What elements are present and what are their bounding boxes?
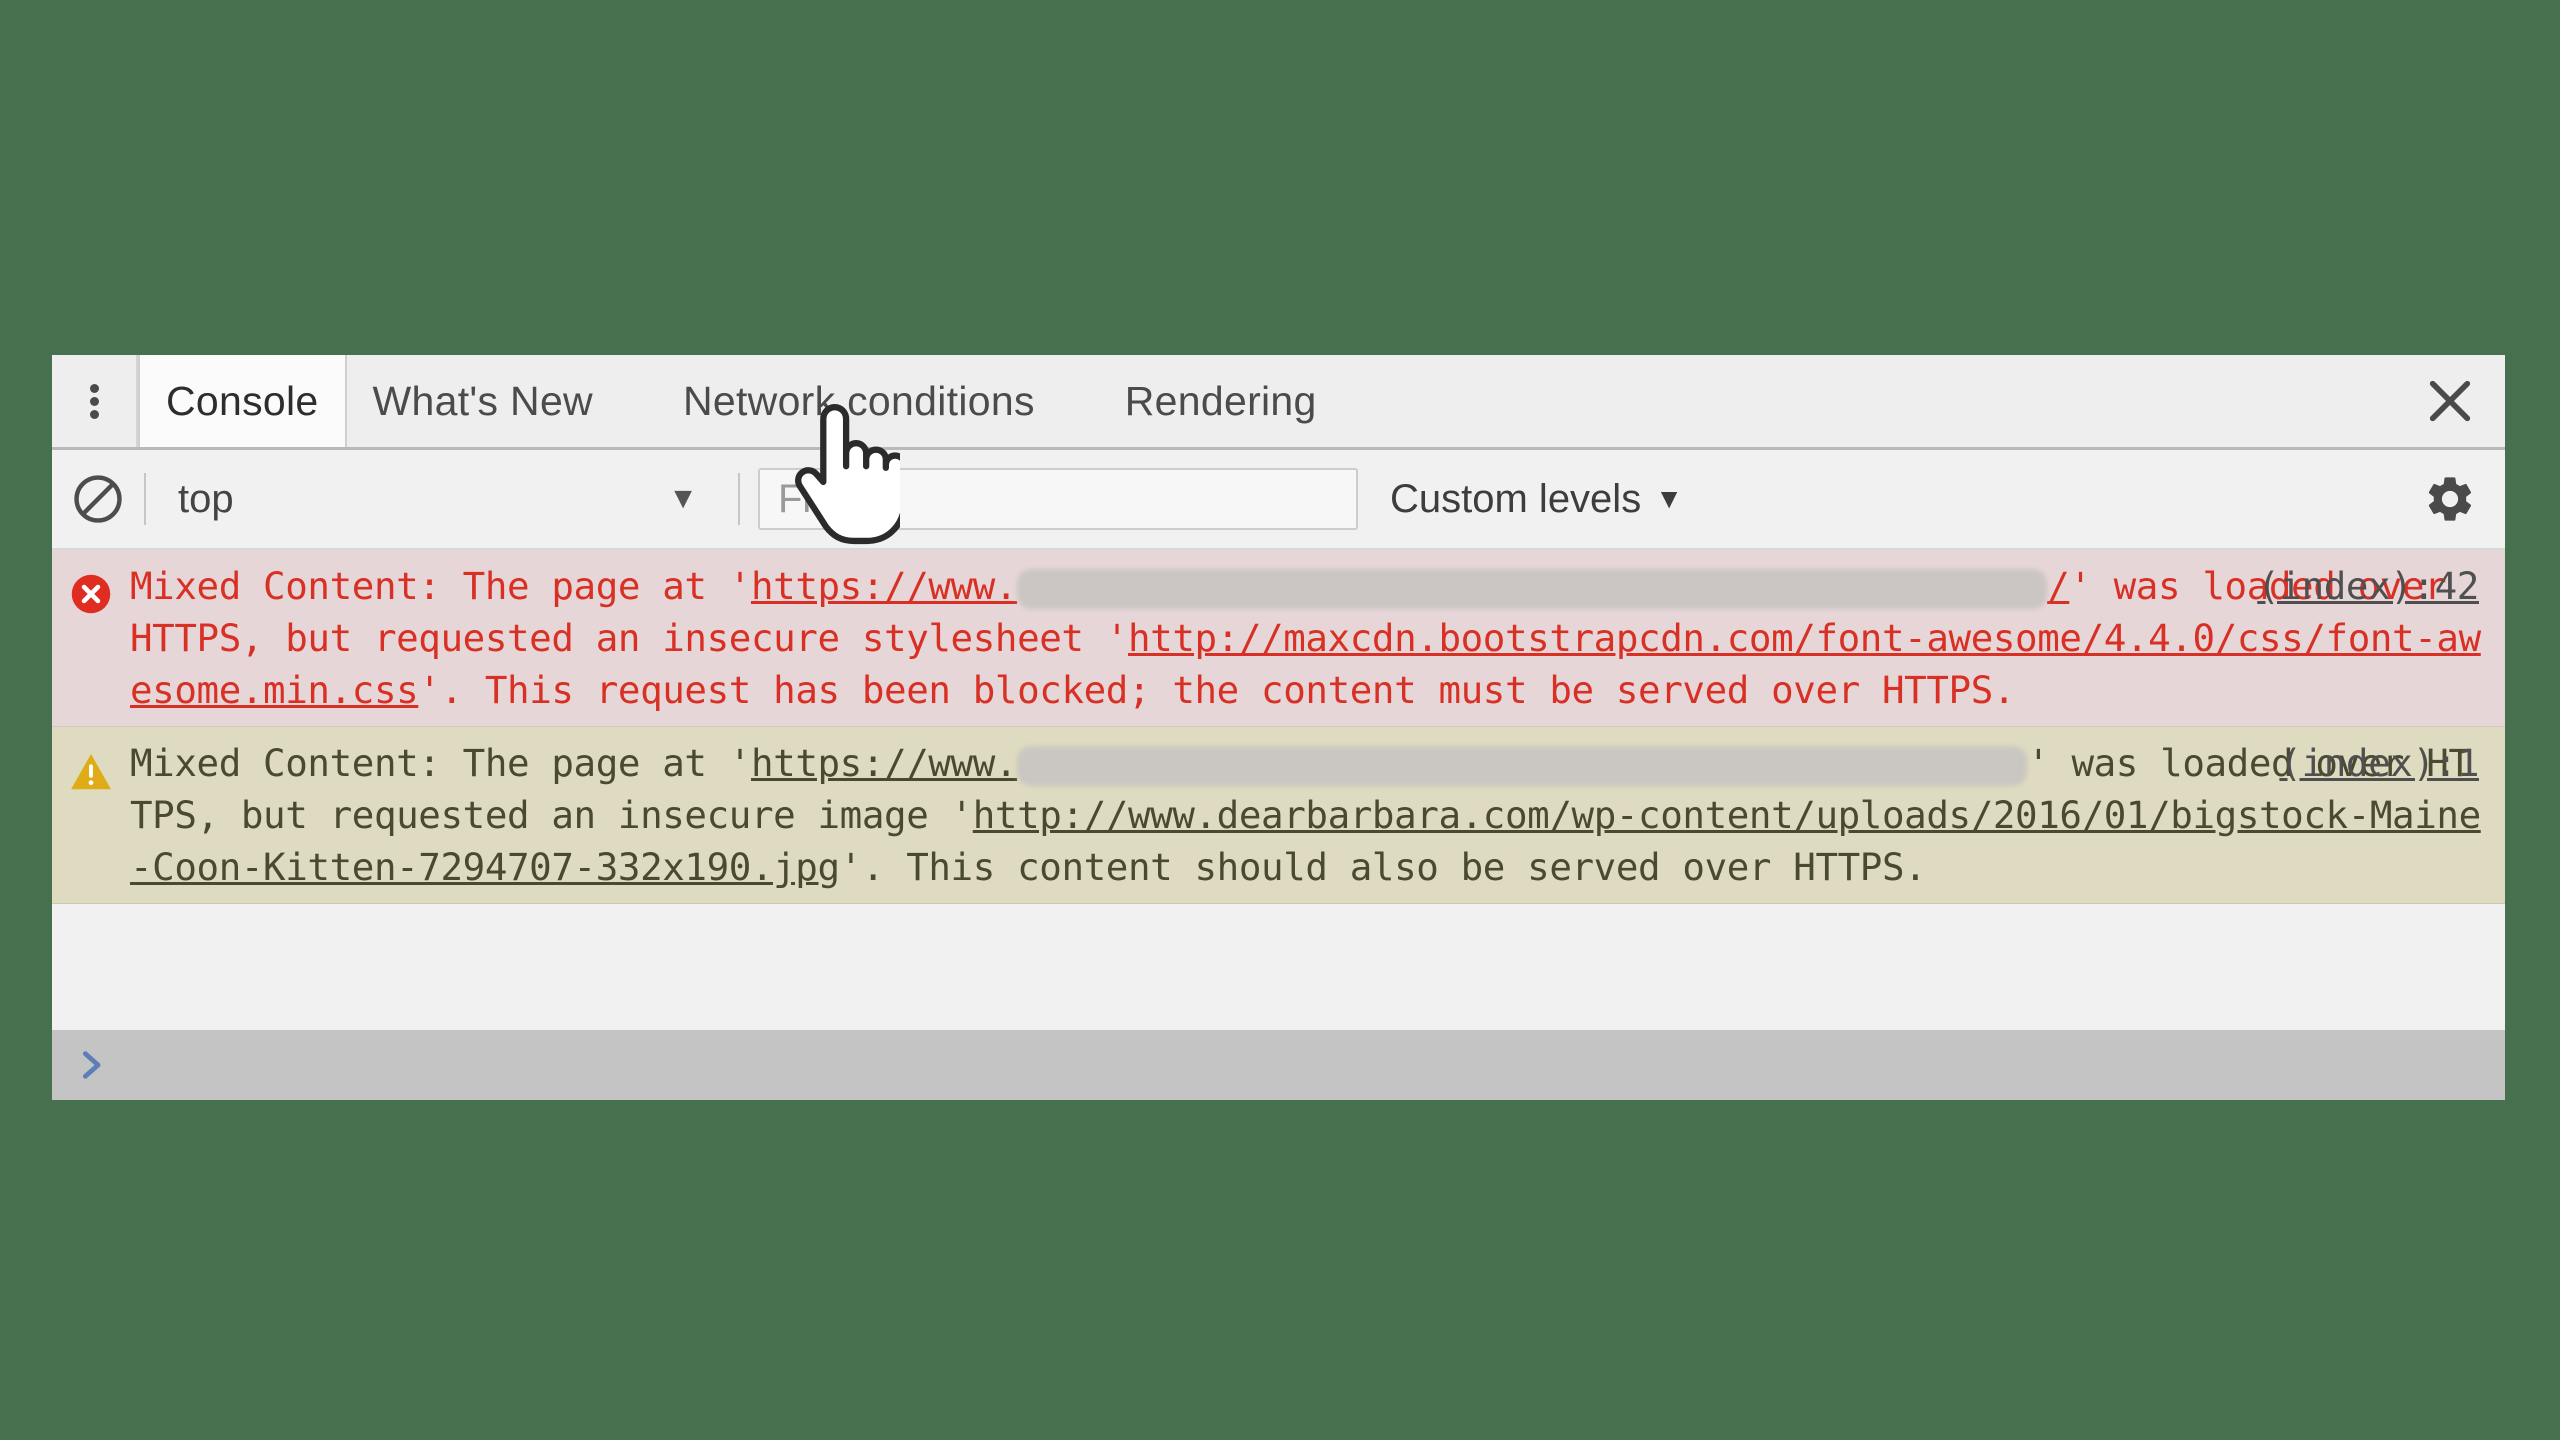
console-message-list: Mixed Content: The page at 'https://www.… xyxy=(52,550,2505,1030)
tab-whats-new[interactable]: What's New xyxy=(347,355,619,447)
close-devtools-button[interactable] xyxy=(2395,355,2505,447)
chevron-right-icon xyxy=(82,1051,101,1079)
kebab-dot-icon xyxy=(89,396,99,406)
message-icon xyxy=(52,737,130,795)
msg1-url-prefix[interactable]: https://www. xyxy=(751,741,1018,785)
console-message-error[interactable]: Mixed Content: The page at 'https://www.… xyxy=(52,550,2505,727)
msg1-part5: '. This content should also be served ov… xyxy=(839,845,1927,889)
chevron-down-icon: ▼ xyxy=(668,482,698,515)
log-levels-label: Custom levels xyxy=(1390,476,1642,521)
source-location-link[interactable]: (index):42 xyxy=(2257,560,2479,612)
redacted-url-bar xyxy=(1017,568,2048,609)
console-toolbar: top ▼ Filter Custom levels ▼ xyxy=(52,450,2505,550)
tab-label: Rendering xyxy=(1124,377,1317,424)
tabbar-spacer xyxy=(1343,355,2395,447)
console-prompt-row[interactable] xyxy=(52,1030,2505,1100)
error-circle-x-icon xyxy=(71,574,111,614)
tab-rendering[interactable]: Rendering xyxy=(1099,355,1343,447)
clear-console-icon xyxy=(74,475,122,523)
more-tools-kebab-button[interactable] xyxy=(52,355,138,447)
msg0-part6: '. This request has been blocked; the co… xyxy=(418,668,2016,712)
filter-placeholder: Filter xyxy=(778,476,867,521)
tab-console[interactable]: Console xyxy=(138,355,347,447)
msg0-url-suffix[interactable]: / xyxy=(2047,564,2070,608)
gear-icon xyxy=(2428,477,2472,521)
tab-label: Console xyxy=(166,377,319,424)
message-text: Mixed Content: The page at 'https://www.… xyxy=(130,737,2505,893)
tab-label: Network conditions xyxy=(682,377,1035,424)
tab-label: What's New xyxy=(372,377,593,424)
source-location-link[interactable]: (index):1 xyxy=(2279,737,2479,789)
msg0-part0: Mixed Content: The page at ' xyxy=(130,564,751,608)
kebab-dot-icon xyxy=(89,409,99,419)
filter-input[interactable]: Filter xyxy=(758,468,1358,530)
close-icon xyxy=(2429,380,2471,422)
settings-button[interactable] xyxy=(2395,472,2505,526)
message-icon xyxy=(52,560,130,616)
warning-triangle-icon xyxy=(71,753,111,790)
tab-network-conditions[interactable]: Network conditions xyxy=(657,355,1061,447)
execution-context-value: top xyxy=(178,476,234,521)
console-message-warning[interactable]: Mixed Content: The page at 'https://www.… xyxy=(52,727,2505,904)
msg1-part0: Mixed Content: The page at ' xyxy=(130,741,751,785)
message-text: Mixed Content: The page at 'https://www.… xyxy=(130,560,2505,716)
devtools-tabbar: Console What's New Network conditions Re… xyxy=(52,355,2505,450)
clear-console-button[interactable] xyxy=(52,471,144,527)
kebab-dot-icon xyxy=(89,383,99,393)
log-levels-selector[interactable]: Custom levels ▼ xyxy=(1390,477,1683,522)
redacted-url-bar xyxy=(1017,745,2028,786)
prompt-chevron-icon xyxy=(52,1045,130,1085)
devtools-panel: Console What's New Network conditions Re… xyxy=(52,355,2505,1100)
execution-context-selector[interactable]: top ▼ xyxy=(146,477,738,522)
msg0-url-prefix[interactable]: https://www. xyxy=(751,564,1018,608)
toolbar-divider xyxy=(738,473,740,525)
chevron-down-icon: ▼ xyxy=(1655,483,1683,514)
